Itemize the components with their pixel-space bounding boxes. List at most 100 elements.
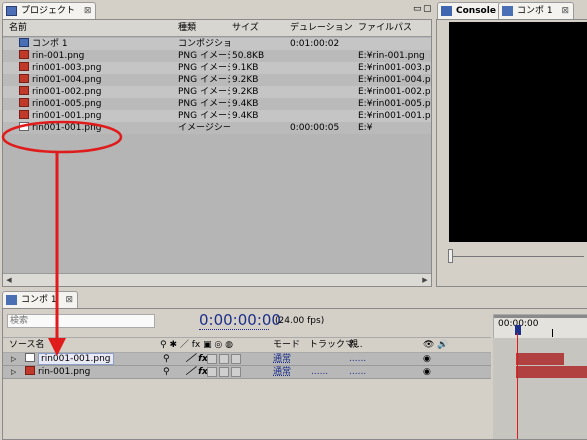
png-file-icon: [19, 50, 29, 59]
table-row[interactable]: rin001-005.png PNG イメージ9.4KB E:¥rin001-005…: [3, 98, 431, 110]
col-header-size[interactable]: サイズ: [232, 21, 259, 35]
cell-text: PNG イメージ: [178, 51, 230, 61]
eye-icon[interactable]: ◉: [423, 353, 431, 365]
expand-triangle-icon[interactable]: ▷: [11, 366, 16, 378]
minimize-icon[interactable]: ▭: [413, 4, 422, 14]
track-matte-dropdown[interactable]: ......: [311, 366, 328, 378]
cell-text: E:¥rin001-003.png: [358, 63, 431, 73]
switch-checkbox[interactable]: [231, 354, 241, 364]
col-header-path[interactable]: ファイルパス: [358, 21, 412, 35]
switch-checkbox[interactable]: [219, 367, 229, 377]
timecode-display[interactable]: 0:00:00:00: [199, 311, 281, 329]
layer-bar-1[interactable]: [516, 353, 564, 365]
playhead-icon[interactable]: [515, 325, 521, 335]
cell-path: E:¥: [358, 122, 431, 134]
cell-type: コンポジション: [178, 38, 230, 50]
search-input[interactable]: [7, 314, 155, 328]
cell-text: 9.4KB: [232, 99, 259, 109]
maximize-icon[interactable]: ▢: [423, 4, 432, 14]
eye-icon[interactable]: ◉: [423, 366, 431, 378]
cell-text: E:¥rin001-004.png: [358, 75, 431, 85]
shy-switch-icon[interactable]: ⚲: [163, 366, 170, 378]
tab-project-label: プロジェクト: [21, 6, 76, 16]
cell-text: 9.1KB: [232, 63, 259, 73]
table-row[interactable]: rin-001.png PNG イメージ50.8KB E:¥rin-001.png: [3, 50, 431, 62]
layer-bar-2[interactable]: [516, 366, 587, 378]
work-area-bar[interactable]: [494, 315, 587, 318]
cell-name: rin001-002.png: [19, 86, 184, 98]
table-row[interactable]: rin001-003.png PNG イメージ9.1KB E:¥rin001-003…: [3, 62, 431, 74]
expand-triangle-icon[interactable]: ▷: [11, 353, 16, 365]
table-row[interactable]: rin001-001.png イメージシーケン... 0:00:00:05 E:¥: [3, 122, 431, 134]
cell-text: rin001-001.png: [32, 123, 102, 133]
mode-dropdown[interactable]: 通常: [273, 366, 291, 378]
switch-checkbox[interactable]: [219, 354, 229, 364]
col-header-duration[interactable]: デュレーション: [290, 21, 353, 35]
layer-name[interactable]: rin001-001.png: [25, 353, 155, 365]
tab-comp-viewer[interactable]: コンポ 1 ⊠: [498, 2, 575, 19]
cell-type: イメージシーケン...: [178, 122, 230, 134]
layer-row[interactable]: ▷ rin-001.png ⚲ ／ fx 通常............ ◉: [3, 366, 491, 379]
col-mode[interactable]: モード: [273, 338, 300, 352]
cell-name: rin001-001.png: [19, 110, 184, 122]
cell-path: E:¥rin001-005.png: [358, 98, 431, 110]
fx-switch-icon[interactable]: ／ fx: [186, 353, 208, 365]
project-header: 名前 種類 サイズ デュレーション ファイルパス: [3, 20, 431, 37]
switch-checkbox[interactable]: [207, 354, 217, 364]
table-row[interactable]: コンポ 1 コンポジション 0:01:00:02: [3, 38, 431, 50]
switch-checkbox[interactable]: [231, 367, 241, 377]
tab-timeline-comp[interactable]: コンポ 1 ⊠: [2, 291, 79, 308]
viewer-slider-thumb[interactable]: [448, 249, 453, 263]
tab-project[interactable]: プロジェクト ⊠: [2, 2, 97, 19]
table-row[interactable]: rin001-002.png PNG イメージ9.2KB E:¥rin001-002…: [3, 86, 431, 98]
cell-size: 50.8KB: [232, 50, 288, 62]
cell-text: E:¥rin-001.png: [358, 51, 425, 61]
current-time-line: [517, 333, 518, 439]
table-row[interactable]: rin001-001.png PNG イメージ9.4KB E:¥rin001-001…: [3, 110, 431, 122]
sequence-file-icon: [19, 122, 29, 131]
scroll-left-icon[interactable]: ◀: [3, 274, 15, 286]
viewer-canvas[interactable]: [449, 22, 587, 242]
viewer-slider-track[interactable]: [449, 256, 584, 257]
cell-name: rin-001.png: [19, 50, 184, 62]
layer-row[interactable]: ▷ rin001-001.png ⚲ ／ fx 通常...... ◉: [3, 353, 491, 366]
cell-size: 9.2KB: [232, 86, 288, 98]
cell-text: PNG イメージ: [178, 87, 230, 97]
av-icons: 👁 🔊: [423, 340, 449, 350]
close-icon[interactable]: ⊠: [561, 6, 569, 16]
table-row[interactable]: rin001-004.png PNG イメージ9.2KB E:¥rin001-004…: [3, 74, 431, 86]
cell-name: rin001-005.png: [19, 98, 184, 110]
tab-timeline-label: コンポ 1: [21, 295, 57, 305]
cell-text: 9.2KB: [232, 75, 259, 85]
mode-dropdown[interactable]: 通常: [273, 353, 291, 365]
cell-text: PNG イメージ: [178, 99, 230, 109]
cell-text: rin001-004.png: [32, 75, 102, 85]
composition-icon: [6, 295, 17, 305]
parent-dropdown[interactable]: ......: [349, 366, 366, 378]
cell-name: rin001-003.png: [19, 62, 184, 74]
cell-type: PNG イメージ: [178, 110, 230, 122]
project-scrollbar[interactable]: ◀ ▶: [3, 273, 431, 286]
col-header-name[interactable]: 名前: [9, 21, 27, 35]
cell-text: rin001-003.png: [32, 63, 102, 73]
col-parent[interactable]: 親: [349, 338, 358, 352]
layer-name[interactable]: rin-001.png: [25, 366, 155, 378]
tab-comp-viewer-label: コンポ 1: [517, 6, 553, 16]
fps-label: (24.00 fps): [275, 316, 325, 326]
fx-switch-icon[interactable]: ／ fx: [186, 366, 208, 378]
tab-console[interactable]: Console: [437, 2, 501, 19]
layer-name-text: rin-001.png: [38, 367, 91, 377]
cell-type: PNG イメージ: [178, 50, 230, 62]
close-icon[interactable]: ⊠: [65, 295, 73, 305]
png-file-icon: [19, 86, 29, 95]
switch-checkbox[interactable]: [207, 367, 217, 377]
shy-switch-icon[interactable]: ⚲: [163, 353, 170, 365]
parent-dropdown[interactable]: ......: [349, 353, 366, 365]
png-file-icon: [19, 110, 29, 119]
time-ruler[interactable]: 00:00:00: [493, 314, 587, 340]
scroll-right-icon[interactable]: ▶: [419, 274, 431, 286]
png-file-icon: [25, 366, 35, 375]
col-source-name[interactable]: ソース名: [9, 338, 45, 352]
col-header-type[interactable]: 種類: [178, 21, 196, 35]
close-icon[interactable]: ⊠: [84, 6, 92, 16]
